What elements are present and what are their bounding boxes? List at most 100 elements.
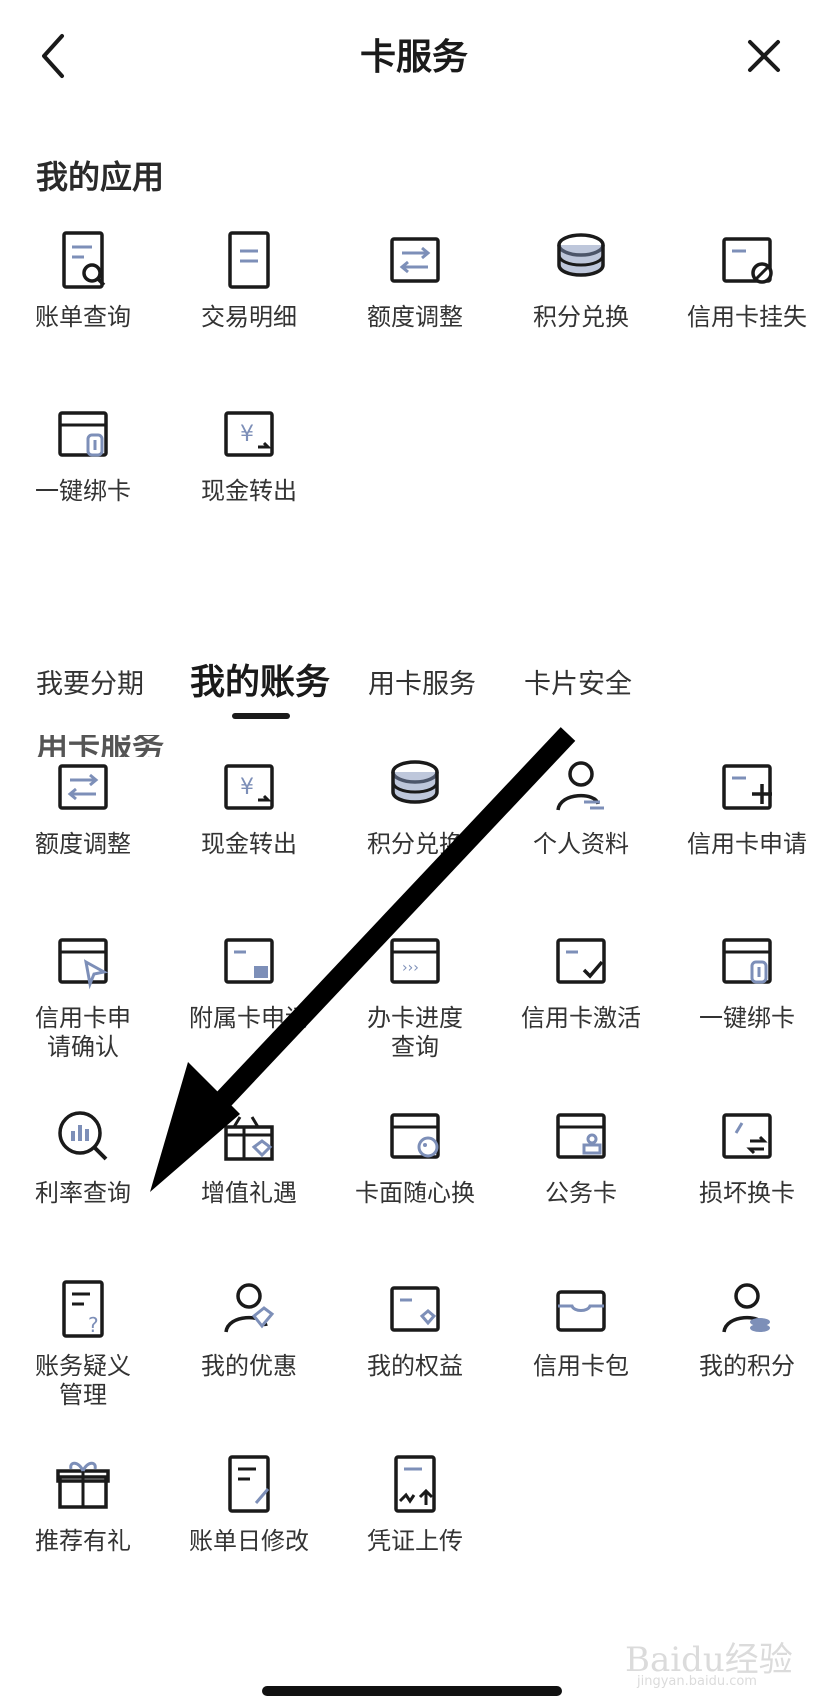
card-face-icon <box>390 1113 440 1159</box>
card-service-item-label: 个人资料 <box>533 830 629 858</box>
my-apps-item[interactable]: 账单查询 <box>0 225 166 332</box>
card-report-loss-icon <box>722 237 773 284</box>
card-service-item-label: 利率查询 <box>35 1179 131 1207</box>
card-service-item[interactable]: 推荐有礼 <box>0 1449 166 1556</box>
limit-adjust-icon <box>58 764 108 810</box>
tab-installment[interactable]: 我要分期 <box>36 662 144 701</box>
cash-transfer-icon: ¥ <box>224 411 274 457</box>
card-service-item-label: 信用卡申请 <box>687 830 807 858</box>
svg-text:›››: ››› <box>402 960 419 976</box>
svg-text:¥: ¥ <box>240 422 254 447</box>
card-service-item-label: 一键绑卡 <box>699 1004 795 1032</box>
card-service-item[interactable]: 一键绑卡 <box>664 926 828 1033</box>
card-progress-icon: ››› <box>390 938 440 984</box>
bill-search-icon <box>62 231 106 289</box>
dispute-icon: ? <box>62 1280 104 1338</box>
watermark-logo: Baidu经验 jingyan.baidu.com <box>625 1640 793 1689</box>
tab-bar: 我要分期 我的账务 用卡服务 卡片安全 <box>0 640 828 730</box>
supplementary-card-icon <box>224 938 274 984</box>
page-title: 卡服务 <box>359 37 468 78</box>
card-service-item[interactable]: 卡面随心换 <box>332 1101 498 1208</box>
cash-transfer-icon: ¥ <box>224 764 274 810</box>
card-bind-icon <box>722 938 772 984</box>
card-service-item-label: 我的权益 <box>367 1352 463 1380</box>
card-service-item-label: 现金转出 <box>201 830 297 858</box>
card-service-item[interactable]: ››› 办卡进度 查询 <box>332 926 498 1062</box>
card-service-item[interactable]: 额度调整 <box>0 752 166 859</box>
transaction-detail-icon <box>228 231 270 289</box>
card-service-item[interactable]: 增值礼遇 <box>166 1101 332 1208</box>
tab-my-account[interactable]: 我的账务 <box>190 654 330 705</box>
card-service-item[interactable]: 损坏换卡 <box>664 1101 828 1208</box>
card-service-item[interactable]: 信用卡激活 <box>498 926 664 1033</box>
my-points-icon <box>722 1283 770 1333</box>
card-service-item-label: 账务疑义 管理 <box>35 1352 131 1409</box>
my-apps-item-label: 一键绑卡 <box>35 477 131 505</box>
card-replace-icon <box>722 1113 772 1159</box>
card-service-item[interactable]: 公务卡 <box>498 1101 664 1208</box>
card-service-item-label: 公务卡 <box>545 1179 617 1207</box>
card-service-item-label: 推荐有礼 <box>35 1527 131 1555</box>
my-apps-item-label: 额度调整 <box>367 303 463 331</box>
my-apps-title: 我的应用 <box>36 158 165 196</box>
my-rights-icon <box>390 1286 440 1332</box>
card-service-item[interactable]: 账单日修改 <box>166 1449 332 1556</box>
my-coupon-icon <box>224 1283 275 1333</box>
points-exchange-icon <box>557 233 605 277</box>
svg-text:?: ? <box>88 1313 99 1337</box>
active-tab-indicator <box>232 713 290 719</box>
my-apps-item-label: 账单查询 <box>35 303 131 331</box>
home-indicator <box>262 1686 562 1696</box>
card-service-item-label: 额度调整 <box>35 830 131 858</box>
my-apps-item-label: 现金转出 <box>201 477 297 505</box>
card-service-item[interactable]: ? 账务疑义 管理 <box>0 1274 166 1410</box>
my-apps-item[interactable]: 额度调整 <box>332 225 498 332</box>
card-service-item-label: 附属卡申请 <box>189 1004 309 1032</box>
card-service-item[interactable]: 信用卡包 <box>498 1274 664 1381</box>
card-service-item[interactable]: 利率查询 <box>0 1101 166 1208</box>
card-service-item[interactable]: ¥ 现金转出 <box>166 752 332 859</box>
card-service-item-label: 账单日修改 <box>189 1527 309 1555</box>
card-service-item[interactable]: 积分兑换 <box>332 752 498 859</box>
limit-adjust-icon <box>390 237 440 283</box>
card-service-item[interactable]: 我的积分 <box>664 1274 828 1381</box>
card-service-item-label: 信用卡激活 <box>521 1004 641 1032</box>
bill-date-edit-icon <box>228 1455 270 1513</box>
my-apps-item[interactable]: ¥ 现金转出 <box>166 399 332 506</box>
voucher-upload-icon <box>394 1455 436 1513</box>
my-apps-item-label: 积分兑换 <box>533 303 629 331</box>
card-service-item-label: 损坏换卡 <box>699 1179 795 1207</box>
card-service-item-label: 信用卡申 请确认 <box>35 1004 131 1061</box>
my-apps-item[interactable]: 积分兑换 <box>498 225 664 332</box>
business-card-icon <box>556 1113 606 1159</box>
card-service-item[interactable]: 我的权益 <box>332 1274 498 1381</box>
my-apps-item[interactable]: 一键绑卡 <box>0 399 166 506</box>
card-service-item-label: 凭证上传 <box>367 1527 463 1555</box>
header-bar: 卡服务 <box>0 0 828 110</box>
svg-text:¥: ¥ <box>240 775 254 800</box>
card-service-item[interactable]: 我的优惠 <box>166 1274 332 1381</box>
rate-search-icon <box>58 1111 108 1161</box>
tab-card-security[interactable]: 卡片安全 <box>524 662 632 701</box>
card-apply-confirm-icon <box>58 938 109 990</box>
my-apps-item[interactable]: 交易明细 <box>166 225 332 332</box>
card-service-item-label: 我的积分 <box>699 1352 795 1380</box>
profile-icon <box>556 761 604 811</box>
my-apps-item-label: 信用卡挂失 <box>687 303 807 331</box>
tab-card-service[interactable]: 用卡服务 <box>368 662 476 701</box>
card-service-item-label: 信用卡包 <box>533 1352 629 1380</box>
card-service-item-label: 积分兑换 <box>367 830 463 858</box>
my-apps-item[interactable]: 信用卡挂失 <box>664 225 828 332</box>
points-exchange-icon <box>391 760 439 804</box>
card-service-item[interactable]: 凭证上传 <box>332 1449 498 1556</box>
close-icon[interactable] <box>738 30 790 82</box>
card-service-item[interactable]: 附属卡申请 <box>166 926 332 1033</box>
card-service-item-label: 卡面随心换 <box>355 1179 475 1207</box>
card-service-item-label: 增值礼遇 <box>201 1179 297 1207</box>
card-service-item[interactable]: 个人资料 <box>498 752 664 859</box>
my-apps-item-label: 交易明细 <box>201 303 297 331</box>
card-service-item[interactable]: 信用卡申 请确认 <box>0 926 166 1062</box>
card-activate-icon <box>556 938 606 984</box>
card-service-item[interactable]: 信用卡申请 <box>664 752 828 859</box>
referral-gift-icon <box>56 1461 110 1509</box>
